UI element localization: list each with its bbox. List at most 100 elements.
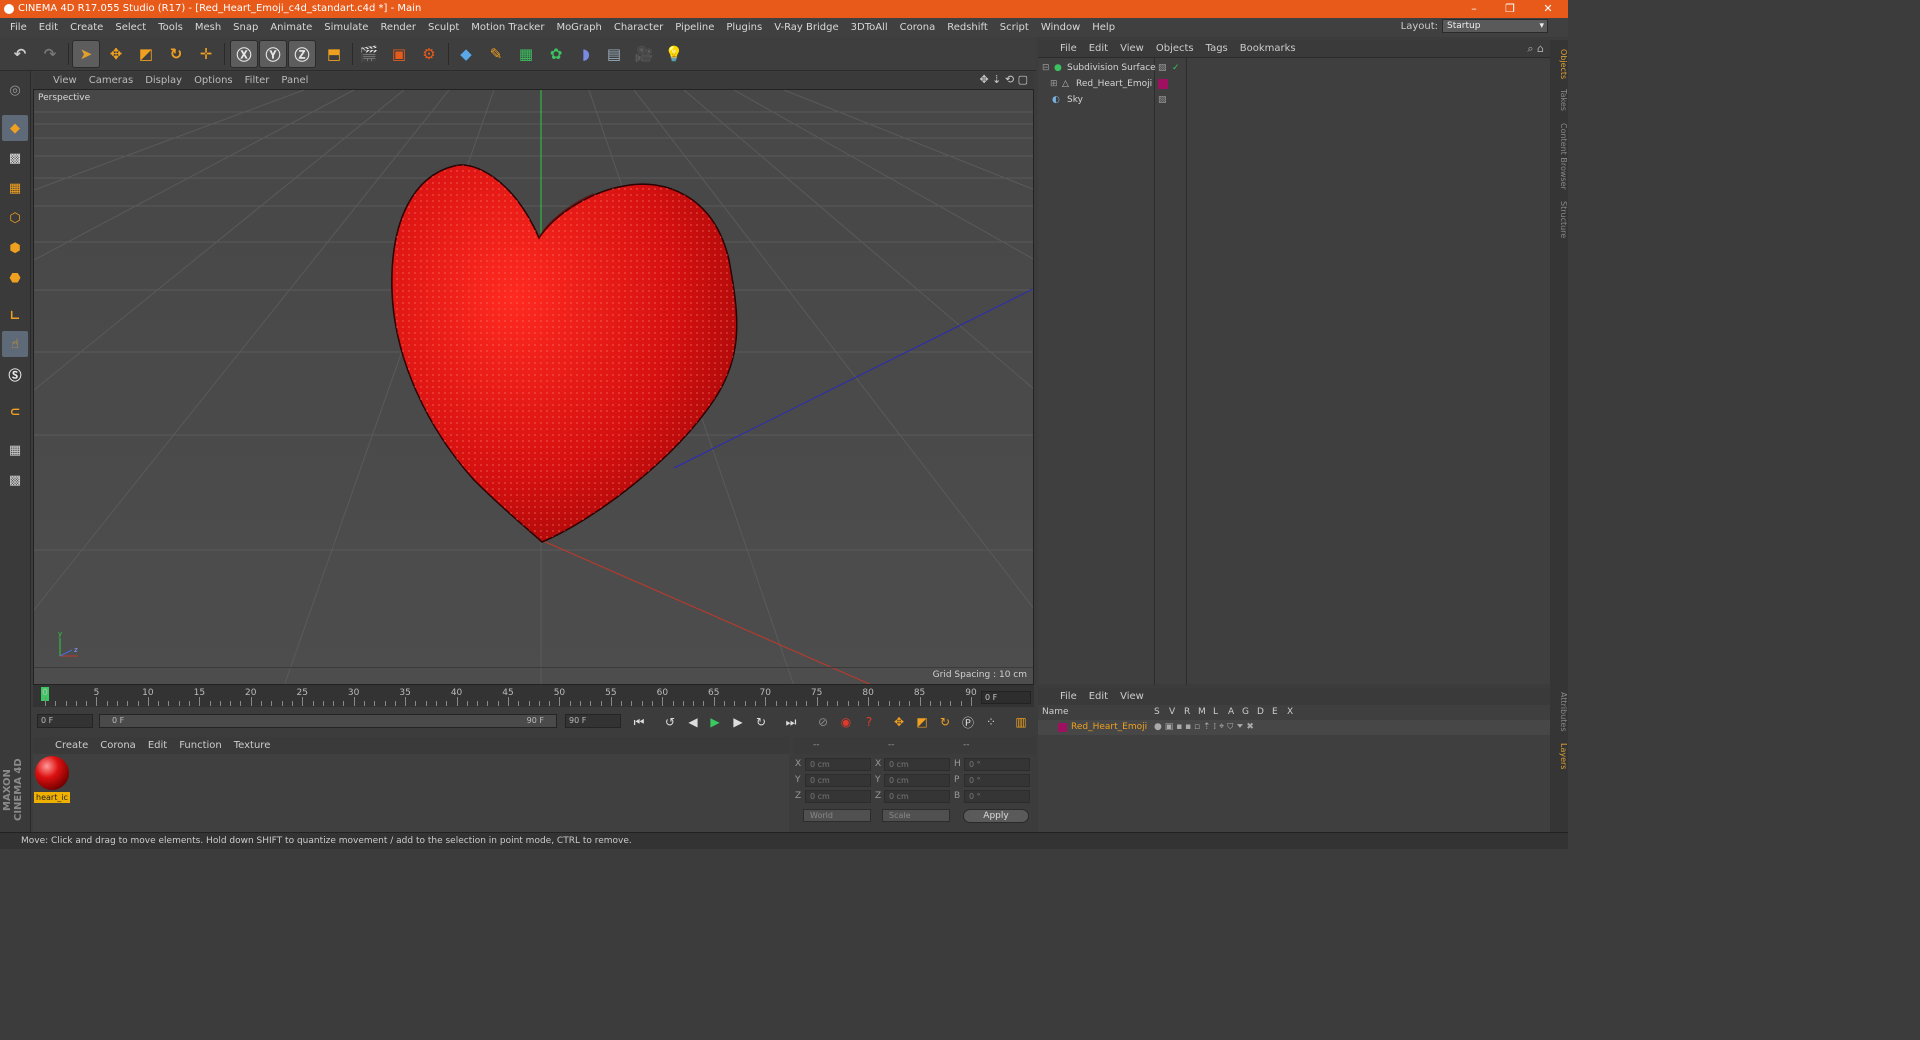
- material-menu-create[interactable]: Create: [49, 740, 94, 751]
- make-editable-icon[interactable]: ◎: [2, 77, 28, 103]
- viewport-menu-filter[interactable]: Filter: [239, 75, 276, 86]
- objects-menu-view[interactable]: View: [1114, 43, 1150, 54]
- menu-pipeline[interactable]: Pipeline: [669, 22, 720, 33]
- size-z-field[interactable]: 0 cm: [884, 790, 950, 803]
- key-rotation-icon[interactable]: ↻: [935, 712, 955, 732]
- tab-content-browser[interactable]: Content Browser: [1550, 120, 1568, 192]
- key-position-icon[interactable]: ✥: [889, 712, 909, 732]
- material-menu-edit[interactable]: Edit: [142, 740, 173, 751]
- object-row-sky[interactable]: ◐ Sky ▧: [1038, 92, 1550, 108]
- light-icon[interactable]: 💡: [660, 40, 688, 68]
- material-name[interactable]: heart_ic: [34, 792, 70, 803]
- object-row-heart[interactable]: ⊞ △ Red_Heart_Emoji: [1038, 76, 1550, 92]
- menu-simulate[interactable]: Simulate: [318, 22, 374, 33]
- menu-edit[interactable]: Edit: [33, 22, 64, 33]
- menu-tools[interactable]: Tools: [152, 22, 189, 33]
- previous-key-icon[interactable]: ↺: [660, 712, 680, 732]
- timeline-window-icon[interactable]: ▥: [1011, 712, 1031, 732]
- cloner-icon[interactable]: ✿: [542, 40, 570, 68]
- select-arrow-icon[interactable]: ➤: [72, 40, 100, 68]
- menu-select[interactable]: Select: [109, 22, 152, 33]
- menu-window[interactable]: Window: [1035, 22, 1086, 33]
- layer-toggle-icons[interactable]: ● ▣ ▪ ▪ ▫ ⇡ ⁞ ⌖ ⛉ ⏷ ✖: [1154, 720, 1254, 735]
- tab-layers[interactable]: Layers: [1550, 740, 1568, 772]
- apply-button[interactable]: Apply: [963, 809, 1029, 823]
- key-pla-icon[interactable]: ⁘: [981, 712, 1001, 732]
- rotation-b-field[interactable]: 0 °: [964, 790, 1030, 803]
- material-tag-icon[interactable]: [1158, 79, 1168, 89]
- layer-swatch-icon[interactable]: ▧: [1158, 60, 1167, 76]
- camera-icon[interactable]: 🎥: [630, 40, 658, 68]
- expand-icon[interactable]: ⊞: [1050, 76, 1058, 92]
- menu-mesh[interactable]: Mesh: [189, 22, 227, 33]
- size-mode-dropdown[interactable]: Scale: [882, 809, 950, 822]
- subdivision-icon[interactable]: ▦: [512, 40, 540, 68]
- move-alt-icon[interactable]: ✛: [192, 40, 220, 68]
- close-button[interactable]: ✕: [1530, 0, 1566, 18]
- objects-menu-file[interactable]: File: [1054, 43, 1083, 54]
- objects-menu-objects[interactable]: Objects: [1150, 43, 1200, 54]
- go-to-start-icon[interactable]: ⏮: [629, 712, 649, 732]
- objects-search-icon[interactable]: ⌕ ⌂: [1527, 42, 1544, 56]
- current-frame-field[interactable]: 0 F: [981, 691, 1031, 704]
- position-y-field[interactable]: 0 cm: [805, 774, 871, 787]
- axis-mode-icon[interactable]: ∟: [2, 303, 28, 329]
- points-mode-icon[interactable]: ⬡: [2, 205, 28, 231]
- minimize-button[interactable]: –: [1456, 0, 1492, 18]
- polygons-mode-icon[interactable]: ⬣: [2, 265, 28, 291]
- timeline-ruler[interactable]: 0 5 10 15 20 25 30 35 40 45 50 55 60 65 70 75 80 85 90 0 F: [33, 685, 1034, 707]
- material-menu-texture[interactable]: Texture: [228, 740, 277, 751]
- menu-character[interactable]: Character: [608, 22, 669, 33]
- rotation-h-field[interactable]: 0 °: [964, 758, 1030, 771]
- scale-tool-icon[interactable]: ◩: [132, 40, 160, 68]
- rotate-tool-icon[interactable]: ↻: [162, 40, 190, 68]
- end-frame-field[interactable]: 90 F: [565, 714, 621, 728]
- pen-spline-icon[interactable]: ✎: [482, 40, 510, 68]
- menu-vray-bridge[interactable]: V-Ray Bridge: [768, 22, 844, 33]
- layers-menu-view[interactable]: View: [1114, 691, 1150, 702]
- coordinate-system-icon[interactable]: ⬒: [320, 40, 348, 68]
- tab-attributes[interactable]: Attributes: [1550, 688, 1568, 736]
- tab-objects[interactable]: Objects: [1550, 44, 1568, 84]
- menu-mograph[interactable]: MoGraph: [550, 22, 607, 33]
- deformer-icon[interactable]: ◗: [572, 40, 600, 68]
- layer-color-swatch[interactable]: [1058, 723, 1067, 732]
- collapse-icon[interactable]: ⊟: [1042, 60, 1050, 76]
- autokey-icon[interactable]: ◉: [836, 712, 856, 732]
- go-to-end-icon[interactable]: ⏭: [781, 712, 801, 732]
- layers-menu-edit[interactable]: Edit: [1083, 691, 1114, 702]
- record-keys-disabled-icon[interactable]: ⊘: [813, 712, 833, 732]
- position-x-field[interactable]: 0 cm: [805, 758, 871, 771]
- object-row-subdivision[interactable]: ⊟ ● Subdivision Surface ▧ ✓: [1038, 60, 1550, 76]
- keyframe-selection-icon[interactable]: ?: [859, 712, 879, 732]
- layout-dropdown[interactable]: Startup: [1442, 19, 1548, 33]
- render-view-icon[interactable]: 🎬: [355, 40, 383, 68]
- menu-3dtoall[interactable]: 3DToAll: [845, 22, 894, 33]
- coordinate-space-dropdown[interactable]: World: [803, 809, 871, 822]
- snap-icon[interactable]: Ⓢ: [2, 361, 28, 387]
- menu-corona[interactable]: Corona: [894, 22, 942, 33]
- x-axis-lock-icon[interactable]: Ⓧ: [230, 40, 258, 68]
- menu-redshift[interactable]: Redshift: [941, 22, 994, 33]
- planar-workplane-icon[interactable]: ▩: [2, 467, 28, 493]
- undo-icon[interactable]: ↶: [6, 40, 34, 68]
- menu-sculpt[interactable]: Sculpt: [422, 22, 465, 33]
- viewport-menu-panel[interactable]: Panel: [275, 75, 314, 86]
- menu-plugins[interactable]: Plugins: [720, 22, 768, 33]
- menu-motion-tracker[interactable]: Motion Tracker: [465, 22, 550, 33]
- menu-script[interactable]: Script: [994, 22, 1035, 33]
- viewport-menu-cameras[interactable]: Cameras: [83, 75, 139, 86]
- y-axis-lock-icon[interactable]: Ⓨ: [259, 40, 287, 68]
- key-scale-icon[interactable]: ◩: [912, 712, 932, 732]
- viewport-menu-options[interactable]: Options: [188, 75, 239, 86]
- edges-mode-icon[interactable]: ⬢: [2, 235, 28, 261]
- tab-structure[interactable]: Structure: [1550, 198, 1568, 242]
- preview-range-slider[interactable]: 0 F 90 F: [99, 714, 557, 728]
- layer-swatch-icon[interactable]: ▧: [1158, 92, 1167, 108]
- z-axis-lock-icon[interactable]: Ⓩ: [288, 40, 316, 68]
- menu-snap[interactable]: Snap: [227, 22, 264, 33]
- play-forward-icon[interactable]: ▶: [705, 712, 725, 732]
- menu-help[interactable]: Help: [1086, 22, 1121, 33]
- next-frame-icon[interactable]: ▶: [728, 712, 748, 732]
- cube-primitive-icon[interactable]: ◆: [452, 40, 480, 68]
